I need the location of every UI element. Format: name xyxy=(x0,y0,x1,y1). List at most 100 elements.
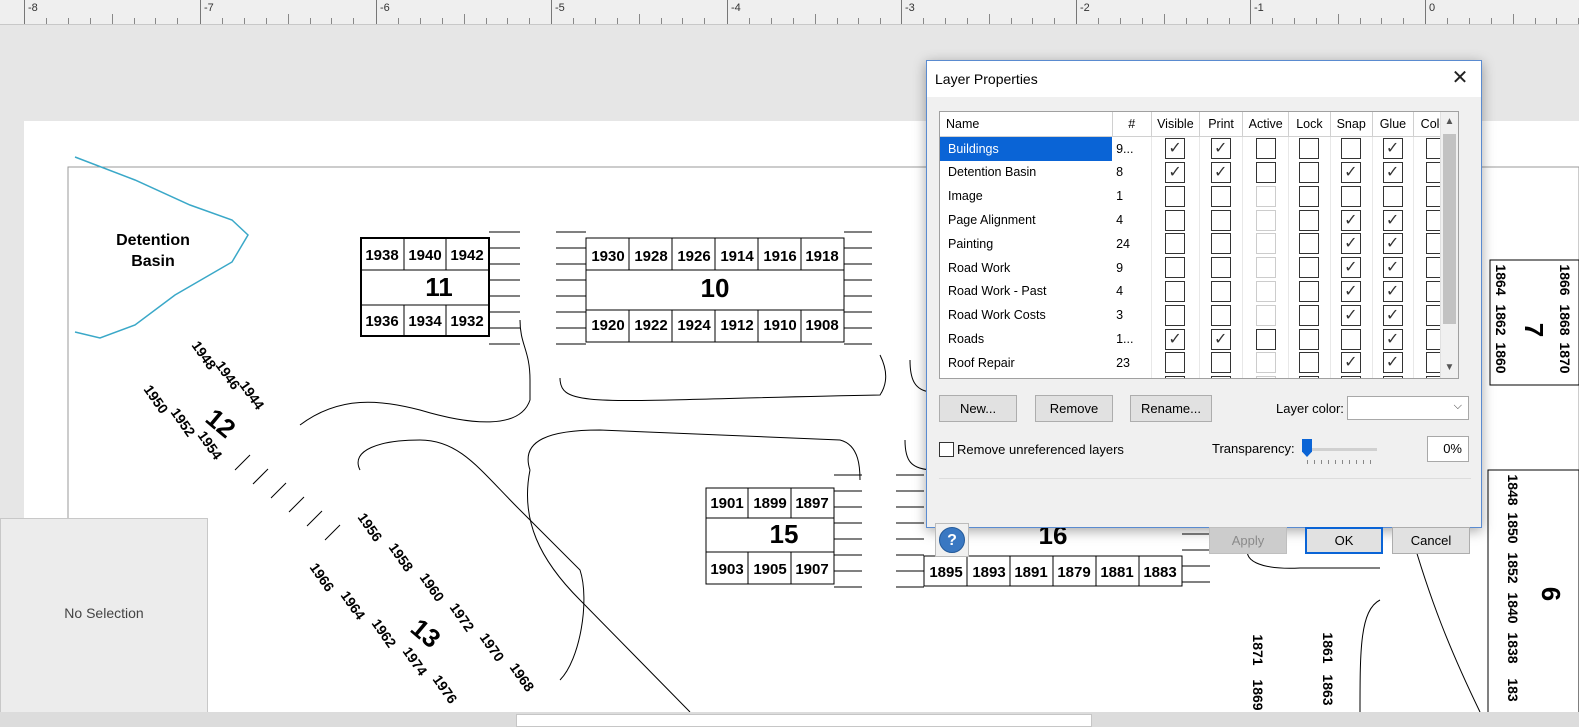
visible-checkbox[interactable] xyxy=(1165,352,1186,374)
glue-checkbox[interactable] xyxy=(1382,138,1403,160)
print-checkbox[interactable] xyxy=(1211,352,1232,374)
lock-checkbox[interactable] xyxy=(1299,233,1320,255)
visible-checkbox[interactable] xyxy=(1165,304,1186,326)
cancel-button[interactable]: Cancel xyxy=(1392,527,1470,554)
layer-row[interactable]: Page Alignment 4 xyxy=(940,208,1458,232)
close-icon[interactable]: ✕ xyxy=(1449,67,1471,89)
glue-checkbox[interactable] xyxy=(1382,352,1403,374)
layer-name[interactable]: Roof Repair xyxy=(940,351,1112,375)
layer-row[interactable]: Image 1 xyxy=(940,184,1458,209)
remove-button[interactable]: Remove xyxy=(1035,395,1113,422)
layer-name[interactable]: Page Alignment xyxy=(940,208,1112,232)
snap-checkbox[interactable] xyxy=(1341,328,1362,350)
lock-checkbox[interactable] xyxy=(1299,328,1320,350)
layer-row[interactable]: Roads 1... xyxy=(940,327,1458,351)
layers-grid[interactable]: Name # Visible Print Active Lock Snap Glue Color… xyxy=(939,111,1459,379)
lock-checkbox[interactable] xyxy=(1299,376,1320,378)
column-header[interactable]: Lock xyxy=(1288,112,1331,137)
column-header[interactable]: Visible xyxy=(1151,112,1200,137)
active-checkbox[interactable] xyxy=(1255,376,1276,378)
rename-button[interactable]: Rename... xyxy=(1130,395,1212,422)
print-checkbox[interactable] xyxy=(1211,138,1232,160)
snap-checkbox[interactable] xyxy=(1341,138,1362,160)
glue-checkbox[interactable] xyxy=(1382,209,1403,231)
glue-checkbox[interactable] xyxy=(1382,161,1403,183)
visible-checkbox[interactable] xyxy=(1165,185,1186,207)
scroll-down-icon[interactable]: ▼ xyxy=(1443,360,1456,376)
visible-checkbox[interactable] xyxy=(1165,233,1186,255)
layer-row[interactable]: Painting 24 xyxy=(940,231,1458,256)
new-button[interactable]: New... xyxy=(939,395,1017,422)
active-checkbox[interactable] xyxy=(1255,257,1276,279)
glue-checkbox[interactable] xyxy=(1382,233,1403,255)
layer-row[interactable]: Roof Repair 23 xyxy=(940,350,1458,375)
glue-checkbox[interactable] xyxy=(1382,328,1403,350)
glue-checkbox[interactable] xyxy=(1382,280,1403,302)
transparency-slider-thumb[interactable] xyxy=(1302,439,1312,457)
snap-checkbox[interactable] xyxy=(1341,280,1362,302)
active-checkbox[interactable] xyxy=(1255,161,1276,183)
layer-row[interactable]: Buildings 9... xyxy=(940,136,1458,161)
snap-checkbox[interactable] xyxy=(1341,161,1362,183)
vertical-scrollbar[interactable]: ▲ ▼ xyxy=(1440,112,1458,378)
layer-name[interactable]: Painting xyxy=(940,232,1112,256)
active-checkbox[interactable] xyxy=(1255,304,1276,326)
column-header[interactable]: Glue xyxy=(1372,112,1415,137)
lock-checkbox[interactable] xyxy=(1299,161,1320,183)
visible-checkbox[interactable] xyxy=(1165,257,1186,279)
layer-name[interactable]: Roads xyxy=(940,327,1112,351)
column-header[interactable]: Name xyxy=(940,112,1113,137)
transparency-value-field[interactable]: 0% xyxy=(1427,436,1469,462)
column-header[interactable]: Print xyxy=(1199,112,1244,137)
snap-checkbox[interactable] xyxy=(1341,233,1362,255)
active-checkbox[interactable] xyxy=(1255,280,1276,302)
layer-name[interactable]: Road Work xyxy=(940,256,1112,280)
layer-row[interactable]: Detention Basin 8 xyxy=(940,160,1458,185)
lock-checkbox[interactable] xyxy=(1299,185,1320,207)
glue-checkbox[interactable] xyxy=(1382,185,1403,207)
lock-checkbox[interactable] xyxy=(1299,209,1320,231)
print-checkbox[interactable] xyxy=(1211,376,1232,378)
visible-checkbox[interactable] xyxy=(1165,138,1186,160)
print-checkbox[interactable] xyxy=(1211,209,1232,231)
remove-unreferenced-checkbox[interactable] xyxy=(939,442,954,457)
snap-checkbox[interactable] xyxy=(1341,376,1362,378)
layer-color-select[interactable]: ⌵ xyxy=(1347,396,1469,420)
snap-checkbox[interactable] xyxy=(1341,209,1362,231)
visible-checkbox[interactable] xyxy=(1165,209,1186,231)
active-checkbox[interactable] xyxy=(1255,352,1276,374)
snap-checkbox[interactable] xyxy=(1341,185,1362,207)
column-header[interactable]: Active xyxy=(1242,112,1290,137)
glue-checkbox[interactable] xyxy=(1382,376,1403,378)
active-checkbox[interactable] xyxy=(1255,138,1276,160)
visible-checkbox[interactable] xyxy=(1165,280,1186,302)
vertical-scroll-thumb[interactable] xyxy=(1443,134,1456,324)
print-checkbox[interactable] xyxy=(1211,304,1232,326)
print-checkbox[interactable] xyxy=(1211,185,1232,207)
active-checkbox[interactable] xyxy=(1255,233,1276,255)
glue-checkbox[interactable] xyxy=(1382,257,1403,279)
lock-checkbox[interactable] xyxy=(1299,257,1320,279)
transparency-slider[interactable] xyxy=(1302,448,1377,451)
lock-checkbox[interactable] xyxy=(1299,352,1320,374)
lock-checkbox[interactable] xyxy=(1299,280,1320,302)
column-header[interactable]: Snap xyxy=(1330,112,1373,137)
lock-checkbox[interactable] xyxy=(1299,138,1320,160)
visible-checkbox[interactable] xyxy=(1165,161,1186,183)
print-checkbox[interactable] xyxy=(1211,233,1232,255)
visible-checkbox[interactable] xyxy=(1165,328,1186,350)
snap-checkbox[interactable] xyxy=(1341,352,1362,374)
print-checkbox[interactable] xyxy=(1211,257,1232,279)
layer-name[interactable]: Image xyxy=(940,184,1112,208)
layer-row[interactable]: Road Work Costs 3 xyxy=(940,303,1458,328)
print-checkbox[interactable] xyxy=(1211,161,1232,183)
glue-checkbox[interactable] xyxy=(1382,304,1403,326)
layer-row[interactable] xyxy=(940,374,1458,378)
layer-name[interactable]: Road Work - Past xyxy=(940,280,1112,304)
snap-checkbox[interactable] xyxy=(1341,304,1362,326)
scroll-up-icon[interactable]: ▲ xyxy=(1443,114,1456,130)
column-header[interactable]: # xyxy=(1112,112,1152,137)
lock-checkbox[interactable] xyxy=(1299,304,1320,326)
print-checkbox[interactable] xyxy=(1211,280,1232,302)
print-checkbox[interactable] xyxy=(1211,328,1232,350)
